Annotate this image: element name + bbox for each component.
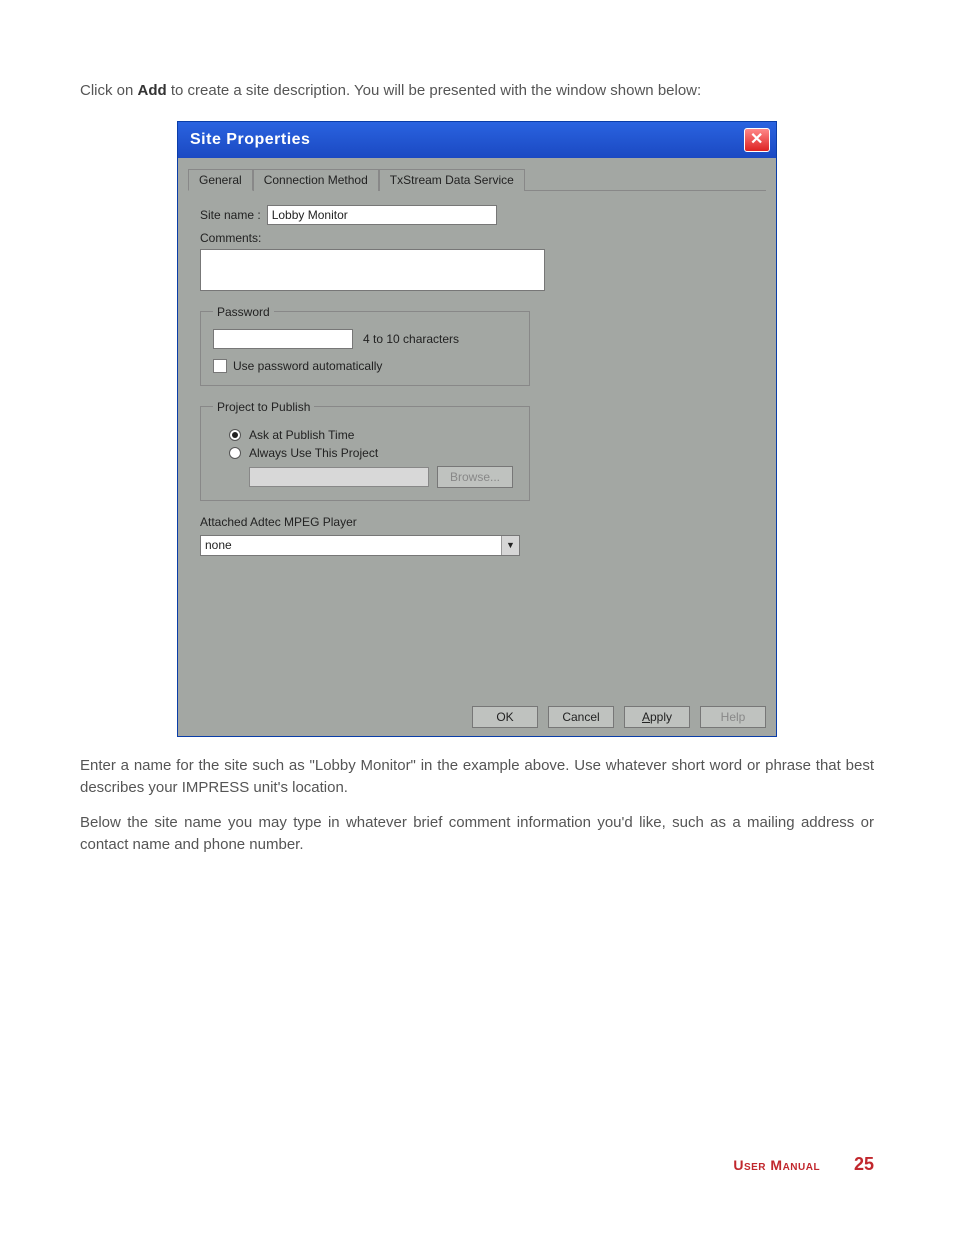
- tabs: General Connection Method TxStream Data …: [188, 168, 766, 191]
- password-hint: 4 to 10 characters: [363, 332, 459, 346]
- cancel-button[interactable]: Cancel: [548, 706, 614, 728]
- titlebar: Site Properties ✕: [178, 122, 776, 158]
- use-password-auto-checkbox[interactable]: [213, 359, 227, 373]
- ok-button[interactable]: OK: [472, 706, 538, 728]
- intro-paragraph: Click on Add to create a site descriptio…: [80, 80, 874, 103]
- dialog-body: General Connection Method TxStream Data …: [178, 158, 776, 698]
- password-input[interactable]: [213, 329, 353, 349]
- chevron-down-icon: ▼: [501, 536, 519, 555]
- close-button[interactable]: ✕: [744, 128, 770, 152]
- project-to-publish-group: Project to Publish Ask at Publish Time A…: [200, 400, 530, 501]
- intro-post: to create a site description. You will b…: [167, 82, 701, 99]
- radio-always-label: Always Use This Project: [249, 446, 378, 460]
- comments-label: Comments:: [200, 231, 261, 245]
- help-button[interactable]: Help: [700, 706, 766, 728]
- site-properties-dialog: Site Properties ✕ General Connection Met…: [177, 121, 777, 737]
- project-legend: Project to Publish: [213, 400, 314, 414]
- tab-txstream-data-service[interactable]: TxStream Data Service: [379, 169, 525, 191]
- dropdown-value: none: [205, 538, 232, 552]
- password-legend: Password: [213, 305, 274, 319]
- comments-textarea[interactable]: [200, 249, 545, 291]
- tab-general[interactable]: General: [188, 169, 253, 191]
- project-path-input: [249, 467, 429, 487]
- dialog-title: Site Properties: [190, 131, 310, 149]
- footer-page-number: 25: [854, 1154, 874, 1174]
- paragraph-1: Enter a name for the site such as "Lobby…: [80, 755, 874, 800]
- tab-connection-method[interactable]: Connection Method: [253, 169, 379, 191]
- radio-always-use-project[interactable]: [229, 447, 241, 459]
- footer-label: User Manual: [733, 1157, 820, 1173]
- browse-button[interactable]: Browse...: [437, 466, 513, 488]
- attached-player-label: Attached Adtec MPEG Player: [200, 515, 748, 529]
- site-name-input[interactable]: [267, 205, 497, 225]
- general-tab-panel: Site name : Comments: Password 4 to 10 c…: [188, 199, 766, 688]
- apply-button[interactable]: Apply: [624, 706, 690, 728]
- page-footer: User Manual 25: [733, 1154, 874, 1175]
- dialog-screenshot: Site Properties ✕ General Connection Met…: [80, 121, 874, 737]
- dialog-button-row: OK Cancel Apply Help: [178, 698, 776, 736]
- radio-ask-label: Ask at Publish Time: [249, 428, 354, 442]
- use-password-auto-label: Use password automatically: [233, 359, 382, 373]
- attached-player-dropdown[interactable]: none ▼: [200, 535, 520, 556]
- site-name-label: Site name :: [200, 208, 261, 222]
- radio-ask-publish-time[interactable]: [229, 429, 241, 441]
- paragraph-2: Below the site name you may type in what…: [80, 812, 874, 857]
- intro-pre: Click on: [80, 82, 138, 99]
- close-icon: ✕: [750, 132, 764, 148]
- password-group: Password 4 to 10 characters Use password…: [200, 305, 530, 386]
- intro-bold: Add: [138, 82, 167, 99]
